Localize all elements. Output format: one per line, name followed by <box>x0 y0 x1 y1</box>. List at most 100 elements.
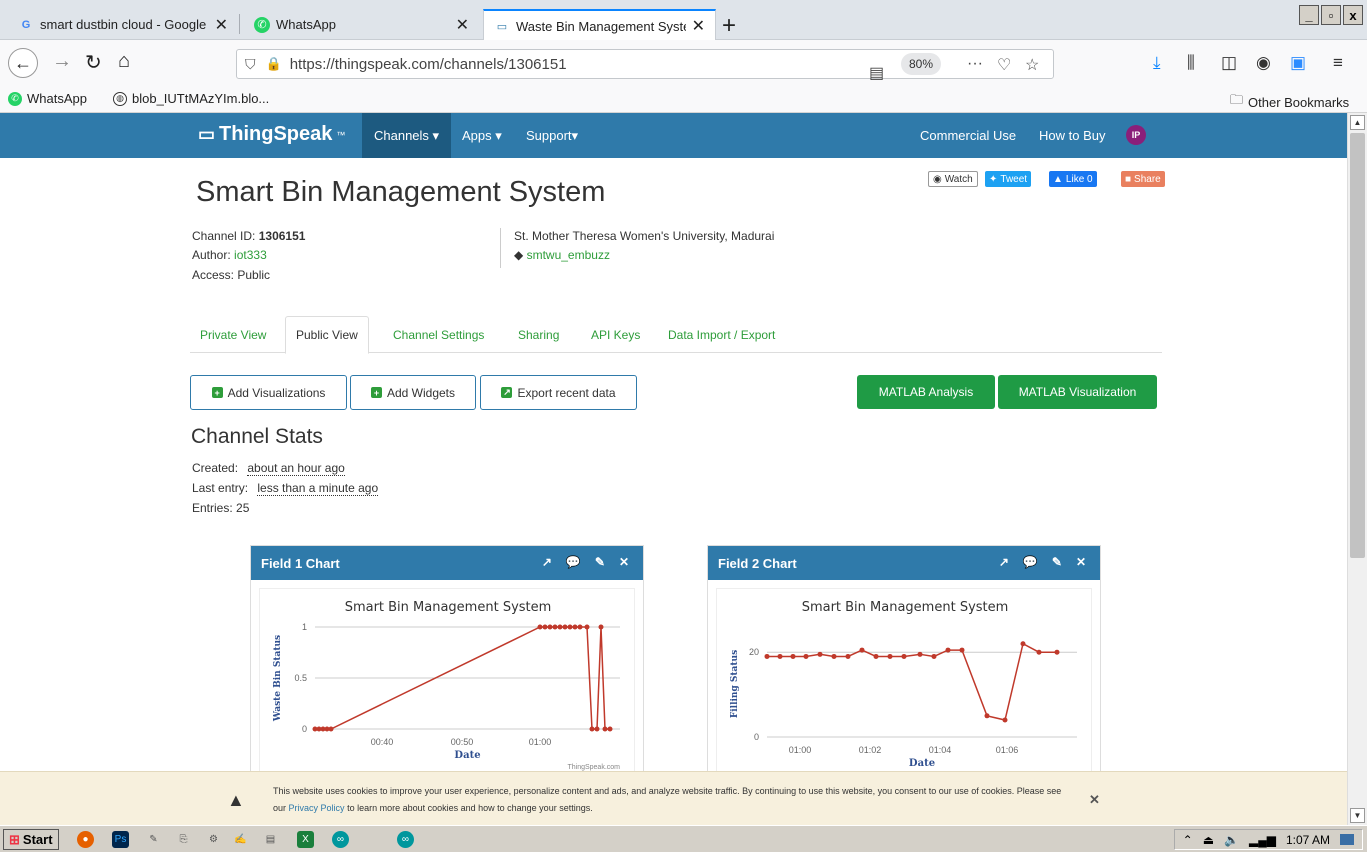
edit-icon[interactable]: ✎ <box>1052 555 1062 569</box>
notepad-icon[interactable]: ✍ <box>232 831 249 848</box>
nav-how-to-buy[interactable]: How to Buy <box>1027 113 1117 158</box>
nav-channels[interactable]: Channels ▾ <box>362 113 452 158</box>
close-icon[interactable]: ✕ <box>619 555 629 569</box>
reload-button[interactable]: ↻ <box>85 50 102 75</box>
matlab-analysis-button[interactable]: MATLAB Analysis <box>857 375 995 409</box>
maximize-button[interactable]: ▫ <box>1321 5 1341 25</box>
show-desktop-icon[interactable] <box>1340 834 1354 845</box>
scroll-down-arrow-icon[interactable]: ▼ <box>1350 808 1365 823</box>
open-external-icon[interactable]: ↗ <box>999 555 1009 569</box>
tab-waste-bin[interactable]: ▭ Waste Bin Management Syste ✕ <box>483 9 716 41</box>
card-tools: ↗ 💬 ✎ ✕ <box>999 555 1086 569</box>
scroll-thumb[interactable] <box>1350 133 1365 558</box>
menu-icon[interactable]: ≡ <box>1333 53 1343 73</box>
whatsapp-icon: ✆ <box>8 91 22 106</box>
url-text[interactable]: https://thingspeak.com/channels/1306151 <box>290 56 567 73</box>
logo-trademark: ™ <box>336 129 346 140</box>
page-scrollbar[interactable]: ▲ ▼ <box>1347 113 1367 825</box>
data-point <box>777 653 783 659</box>
bookmark-star-icon[interactable]: ☆ <box>1025 55 1039 75</box>
close-icon[interactable]: ✕ <box>1076 555 1086 569</box>
excel-icon[interactable]: X <box>297 831 314 848</box>
tab-public-view[interactable]: Public View <box>285 316 369 354</box>
downloads-icon[interactable]: ⤓ <box>1153 53 1161 73</box>
account-icon[interactable]: ◉ <box>1256 53 1271 73</box>
other-bookmarks[interactable]: 🗀 Other Bookmarks <box>1230 91 1349 113</box>
arduino-icon[interactable]: ∞ <box>397 831 414 848</box>
signal-icon[interactable]: ▂▄▆ <box>1249 833 1276 847</box>
chart-title: Smart Bin Management System <box>345 600 552 615</box>
shield-icon[interactable]: ⛉ <box>245 56 256 73</box>
page-actions-icon[interactable]: ··· <box>967 55 983 73</box>
tools-icon[interactable]: ⚙ <box>205 831 222 848</box>
button-label: Export recent data <box>517 385 616 400</box>
nav-apps[interactable]: Apps ▾ <box>450 113 514 158</box>
tab-api-keys[interactable]: API Keys <box>581 316 650 353</box>
clock[interactable]: 1:07 AM <box>1286 833 1330 847</box>
back-button[interactable]: ← <box>8 48 38 78</box>
tab-private-view[interactable]: Private View <box>190 316 276 353</box>
author-link[interactable]: iot333 <box>234 248 267 262</box>
tab-google-search[interactable]: G smart dustbin cloud - Google S ✕ <box>8 9 238 40</box>
watch-button[interactable]: ◉ Watch <box>928 171 978 187</box>
pocket-icon[interactable]: ♡ <box>997 55 1011 75</box>
nav-support[interactable]: Support▾ <box>514 113 590 158</box>
comment-icon[interactable]: 💬 <box>566 555 581 569</box>
firefox-icon[interactable]: ● <box>77 831 94 848</box>
home-button[interactable]: ⌂ <box>118 50 130 73</box>
tab-whatsapp[interactable]: ✆ WhatsApp ✕ <box>244 9 479 40</box>
add-visualizations-button[interactable]: + Add Visualizations <box>190 375 347 410</box>
close-tab-icon[interactable]: ✕ <box>215 15 228 35</box>
tab-sharing[interactable]: Sharing <box>508 316 569 353</box>
paint-brush-icon[interactable]: ✎ <box>145 831 162 848</box>
sidebar-icon[interactable]: ◫ <box>1221 53 1237 73</box>
arduino-icon[interactable]: ∞ <box>332 831 349 848</box>
add-widgets-button[interactable]: + Add Widgets <box>350 375 476 410</box>
thingspeak-logo[interactable]: ▭ ThingSpeak ™ <box>198 123 345 146</box>
library-icon[interactable]: ⫼ <box>1187 53 1195 73</box>
close-cookie-banner-button[interactable]: ✕ <box>1089 792 1100 808</box>
open-external-icon[interactable]: ↗ <box>542 555 552 569</box>
photoshop-icon[interactable]: Ps <box>112 831 129 848</box>
field-2-chart[interactable]: Smart Bin Management System 0 20 Filling St… <box>717 589 1093 784</box>
stat-last-entry: Last entry: less than a minute ago <box>192 481 379 496</box>
tweet-button[interactable]: ✦ Tweet <box>985 171 1032 187</box>
card-title: Field 1 Chart <box>261 555 340 571</box>
folder-icon[interactable]: ▤ <box>262 831 279 848</box>
close-window-button[interactable]: x <box>1343 5 1363 25</box>
minimize-button[interactable]: _ <box>1299 5 1319 25</box>
tray-expand-icon[interactable]: ⌃ <box>1183 833 1193 847</box>
field-1-chart[interactable]: Smart Bin Management System 0 0.5 1 Waste Bi… <box>260 589 636 784</box>
close-tab-icon[interactable]: ✕ <box>456 15 469 35</box>
new-tab-button[interactable]: + <box>722 12 736 40</box>
lock-icon[interactable]: 🔒 <box>266 56 282 72</box>
forward-button[interactable]: → <box>52 50 72 73</box>
comment-icon[interactable]: 💬 <box>1023 555 1038 569</box>
tag-link[interactable]: smtwu_embuzz <box>527 248 610 262</box>
bookmark-blob[interactable]: ◍ blob_IUTtMAzYIm.blo... <box>113 91 269 106</box>
data-point <box>567 624 573 630</box>
matlab-visualization-button[interactable]: MATLAB Visualization <box>998 375 1157 409</box>
close-tab-icon[interactable]: ✕ <box>692 16 705 36</box>
scroll-up-arrow-icon[interactable]: ▲ <box>1350 115 1365 130</box>
start-button[interactable]: ⊞ Start <box>3 829 59 850</box>
export-recent-data-button[interactable]: ↗ Export recent data <box>480 375 637 410</box>
zoom-extension-icon[interactable]: ▣ <box>1290 53 1306 73</box>
network-icon[interactable]: ⎘ <box>175 831 192 848</box>
data-point <box>873 653 879 659</box>
bookmark-whatsapp[interactable]: ✆ WhatsApp <box>8 91 87 106</box>
tab-data-import-export[interactable]: Data Import / Export <box>658 316 785 353</box>
reader-view-icon[interactable]: ▤ <box>869 63 884 83</box>
share-button[interactable]: ■ Share <box>1121 171 1165 187</box>
avatar[interactable]: IP <box>1126 125 1146 145</box>
zoom-level[interactable]: 80% <box>901 53 942 75</box>
window-controls: _ ▫ x <box>1299 5 1363 25</box>
volume-icon[interactable]: 🔈 <box>1224 833 1239 847</box>
edit-icon[interactable]: ✎ <box>595 555 605 569</box>
usb-icon[interactable]: ⏏ <box>1203 833 1214 847</box>
tab-channel-settings[interactable]: Channel Settings <box>383 316 494 353</box>
nav-commercial-use[interactable]: Commercial Use <box>908 113 1028 158</box>
privacy-policy-link[interactable]: Privacy Policy <box>289 803 345 813</box>
like-button[interactable]: ▲ Like 0 <box>1049 171 1097 187</box>
url-bar[interactable]: ⛉ 🔒 https://thingspeak.com/channels/1306… <box>236 49 1054 82</box>
